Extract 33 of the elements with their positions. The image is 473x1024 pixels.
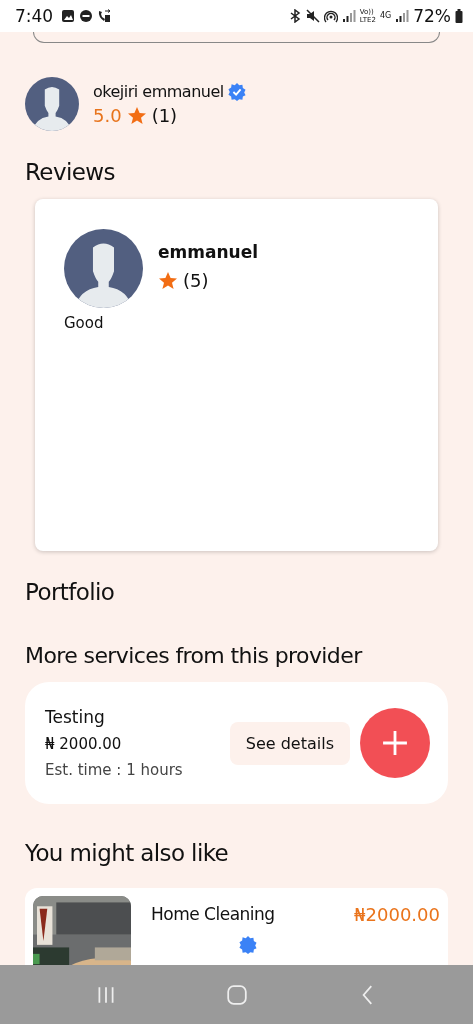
star-icon	[158, 270, 178, 291]
hotspot-icon	[323, 9, 338, 23]
clock: 7:40	[15, 6, 54, 26]
star-icon	[126, 105, 147, 126]
image-icon	[61, 9, 76, 23]
service-price: ₦ 2000.00	[45, 735, 123, 753]
network-label: 4G	[379, 12, 392, 20]
do-not-disturb-icon	[79, 9, 94, 23]
service-name: Home Cleaning	[151, 904, 276, 924]
see-details-button[interactable]: See details	[229, 721, 350, 765]
rating-count: (1)	[151, 105, 178, 126]
section-title: You might also like	[25, 840, 230, 866]
provider-name: okejiri emmanuel	[93, 82, 224, 101]
service-name: Testing	[45, 707, 106, 727]
battery-percent: 72%	[413, 6, 451, 26]
service-time: Est. time : 1 hours	[45, 761, 184, 779]
plus-icon	[382, 730, 408, 756]
review-text: Good	[64, 314, 105, 332]
reviewer-name: emmanuel	[158, 242, 258, 262]
battery-icon	[455, 9, 463, 23]
section-title: Reviews	[25, 159, 116, 185]
section-title: Portfolio	[25, 579, 116, 605]
section-title: More services from this provider	[25, 643, 364, 668]
signal-icon	[341, 9, 356, 23]
service-price: ₦2000.00	[354, 903, 440, 927]
service-card[interactable]: Home Cleaning ₦2000.00	[25, 888, 448, 965]
call-forward-icon	[97, 9, 112, 23]
avatar-icon	[25, 77, 79, 131]
review-rating-count: (5)	[183, 270, 209, 291]
rating-value: 5.0	[93, 105, 122, 126]
home-icon[interactable]	[225, 983, 248, 1006]
mute-icon	[305, 9, 320, 23]
signal-icon	[395, 9, 410, 23]
